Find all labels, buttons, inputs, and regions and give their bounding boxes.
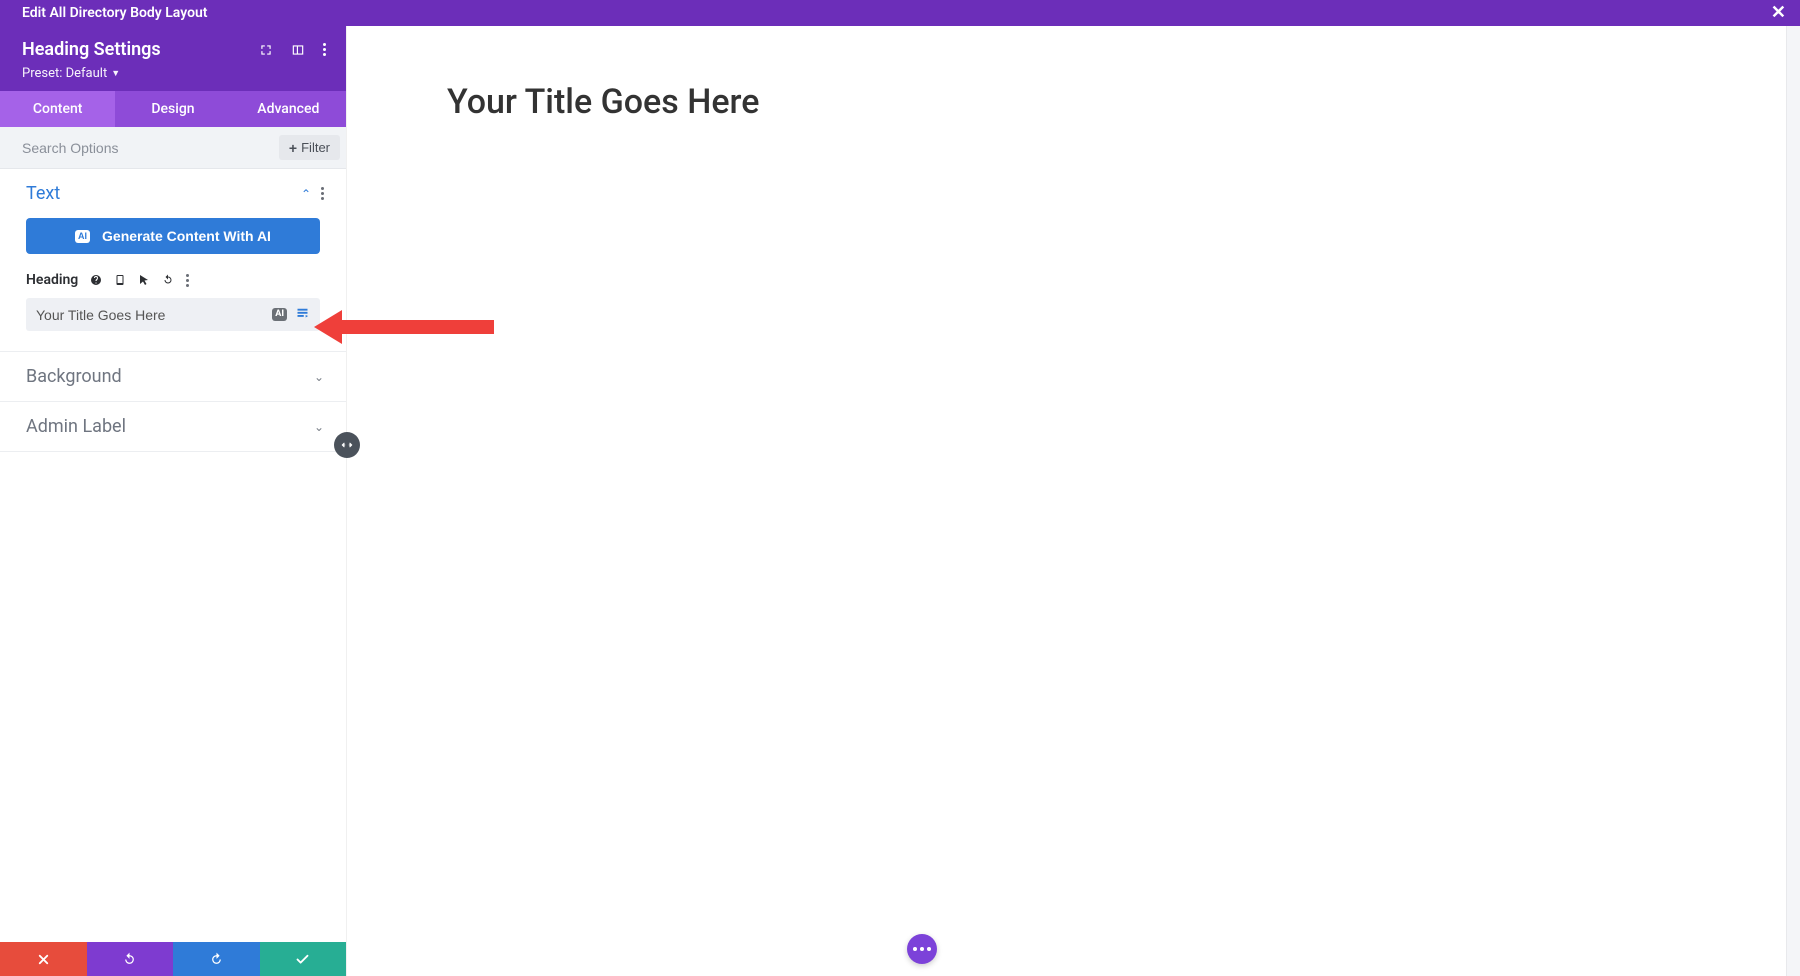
heading-field-menu-icon[interactable]: [186, 274, 189, 287]
save-button[interactable]: [260, 942, 347, 976]
close-icon[interactable]: ✕: [1771, 4, 1786, 22]
generate-ai-button[interactable]: AI Generate Content With AI: [26, 218, 320, 254]
more-fab[interactable]: [907, 934, 937, 964]
section-background-header[interactable]: Background ⌄: [0, 352, 346, 401]
preset-label: Preset: Default: [22, 66, 107, 81]
topbar-title: Edit All Directory Body Layout: [22, 5, 208, 21]
preset-dropdown[interactable]: Preset: Default ▼: [22, 66, 120, 81]
chevron-down-icon: ⌄: [314, 370, 324, 384]
scrollbar-gutter[interactable]: [1786, 26, 1800, 976]
ai-chip-icon: AI: [75, 230, 90, 243]
mobile-icon[interactable]: [114, 274, 126, 286]
section-admin-label-header[interactable]: Admin Label ⌄: [0, 402, 346, 451]
sidebar-icon[interactable]: [291, 43, 305, 57]
section-background: Background ⌄: [0, 352, 346, 402]
fullscreen-icon[interactable]: [259, 43, 273, 57]
undo-icon: [122, 952, 137, 967]
search-row: + Filter: [0, 127, 346, 169]
chevron-up-icon: ⌃: [301, 187, 311, 201]
section-text-header[interactable]: Text ⌃: [0, 169, 346, 218]
check-icon: [295, 952, 310, 967]
panel-tabs: Content Design Advanced: [0, 91, 346, 127]
filter-label: Filter: [301, 140, 330, 155]
ai-pill-icon[interactable]: AI: [272, 308, 287, 321]
heading-field-label-row: Heading: [26, 272, 320, 288]
panel-title: Heading Settings: [22, 39, 161, 60]
dynamic-content-icon[interactable]: [295, 305, 310, 324]
section-text-menu-icon[interactable]: [321, 187, 324, 200]
cancel-button[interactable]: [0, 942, 87, 976]
heading-field-label: Heading: [26, 272, 78, 288]
redo-button[interactable]: [173, 942, 260, 976]
close-icon: [36, 952, 51, 967]
preview-heading: Your Title Goes Here: [447, 82, 1786, 122]
section-admin-label-title: Admin Label: [26, 416, 126, 437]
help-icon[interactable]: [90, 274, 102, 286]
panel-menu-icon[interactable]: [323, 43, 326, 56]
undo-button[interactable]: [87, 942, 174, 976]
chevron-down-icon: ⌄: [314, 420, 324, 434]
heading-input-wrap: AI: [26, 298, 320, 331]
section-text-title: Text: [26, 183, 60, 204]
preview-canvas: Your Title Goes Here: [347, 26, 1786, 976]
tab-content[interactable]: Content: [0, 91, 115, 127]
section-admin-label: Admin Label ⌄: [0, 402, 346, 452]
plus-icon: +: [289, 141, 297, 155]
panel-content: Text ⌃ AI Generate Content With AI Headi…: [0, 169, 346, 942]
cursor-icon[interactable]: [138, 274, 150, 286]
topbar: Edit All Directory Body Layout ✕: [0, 0, 1800, 26]
section-text: Text ⌃ AI Generate Content With AI Headi…: [0, 169, 346, 352]
tab-design[interactable]: Design: [115, 91, 230, 127]
reset-icon[interactable]: [162, 274, 174, 286]
settings-panel: Heading Settings Preset: Default ▼ Conte…: [0, 26, 347, 976]
expand-panel-handle[interactable]: [334, 432, 360, 458]
resize-horizontal-icon: [340, 438, 354, 452]
panel-header: Heading Settings Preset: Default ▼: [0, 26, 346, 91]
caret-down-icon: ▼: [111, 68, 120, 79]
heading-input[interactable]: [36, 307, 272, 323]
tab-advanced[interactable]: Advanced: [231, 91, 346, 127]
search-input[interactable]: [14, 136, 273, 160]
generate-ai-label: Generate Content With AI: [102, 228, 271, 244]
section-background-title: Background: [26, 366, 122, 387]
filter-button[interactable]: + Filter: [279, 135, 340, 160]
redo-icon: [209, 952, 224, 967]
panel-footer: [0, 942, 346, 976]
